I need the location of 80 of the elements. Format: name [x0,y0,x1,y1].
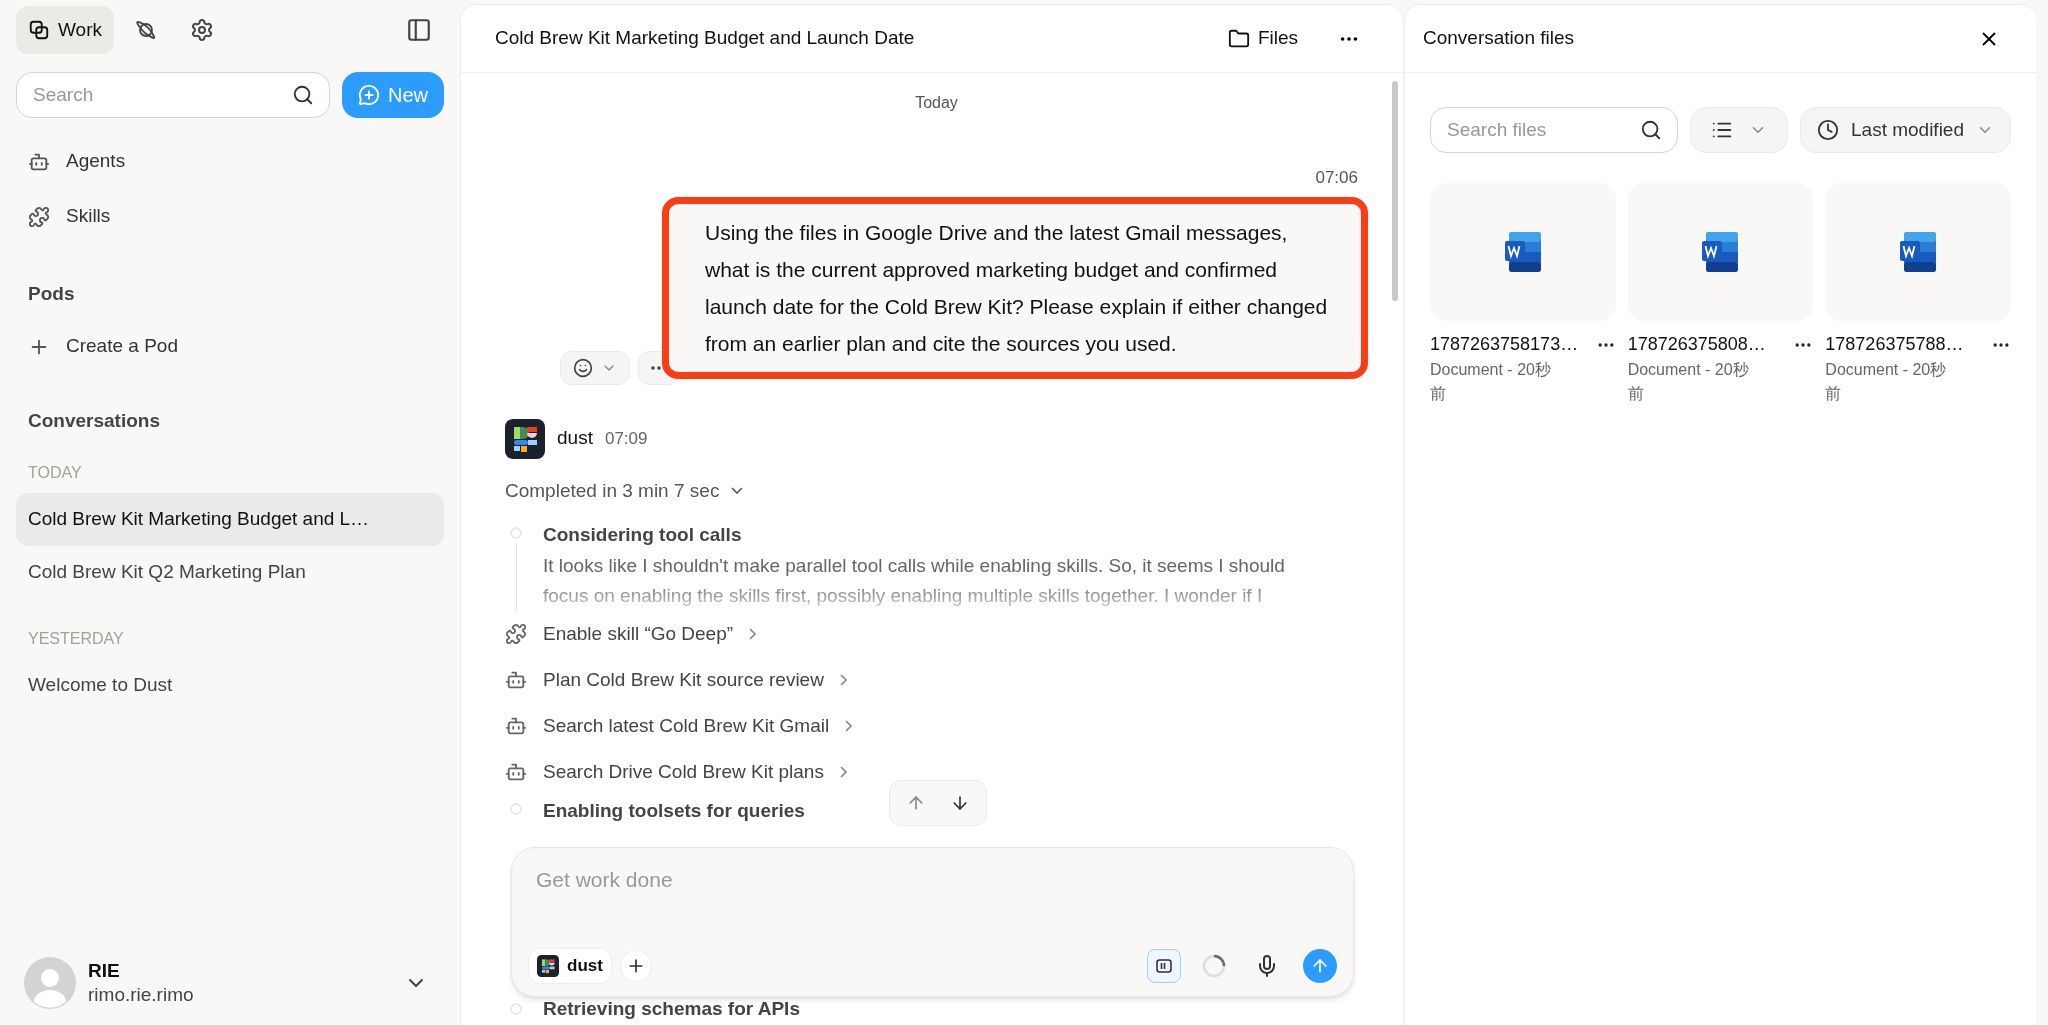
message-time: 07:06 [1315,167,1358,189]
dust-logo-icon [537,955,559,977]
robot-icon [505,669,527,691]
search-field[interactable]: Search [16,72,330,118]
file-thumbnail[interactable] [1627,183,1814,321]
file-thumbnail[interactable] [1430,183,1616,321]
puzzle-icon [505,623,527,645]
robot-icon [505,715,527,737]
clock-icon [1817,119,1839,141]
chevron-right-icon [839,766,847,778]
file-search-field[interactable]: Search files [1430,107,1678,153]
step-title: Retrieving schemas for APIs [543,996,800,1021]
smile-icon [573,357,593,378]
file-meta: Document - 20秒前 [1825,360,1948,404]
file-name[interactable]: 178726375788… [1825,331,1964,358]
conversation-item[interactable]: Cold Brew Kit Q2 Marketing Plan [16,546,444,599]
panel-icon [1155,957,1173,975]
tool-step-link[interactable]: Plan Cold Brew Kit source review [543,665,847,695]
word-document-icon [1504,232,1541,272]
settings-icon [190,18,214,42]
chevron-right-icon [749,628,757,640]
message-input[interactable]: Get work done [528,864,1337,896]
sidebar-toggle-icon[interactable] [406,17,432,43]
sort-dropdown[interactable]: Last modified [1800,107,2011,153]
tool-step-link[interactable]: Enable skill “Go Deep” [543,619,757,649]
file-name[interactable]: 178726375808… [1627,331,1766,358]
conversation-title: Cold Brew Kit Marketing Budget and Launch Date [495,26,915,51]
conversation-item[interactable]: Cold Brew Kit Marketing Budget and L… [16,493,444,546]
file-meta: Document - 20秒前 [1627,360,1750,404]
avatar-icon [24,957,76,1009]
puzzle-icon [28,205,50,228]
chevron-down-icon [731,487,744,495]
step-dot-icon [510,527,522,539]
chevron-right-icon [845,720,853,732]
search-icon [292,84,314,106]
create-pod-item[interactable]: Create a Pod [16,320,444,373]
dust-logo-icon [505,418,545,459]
agent-name: dust [557,426,593,451]
agent-time: 07:09 [604,427,648,450]
new-chat-icon [358,84,380,106]
tool-step-link[interactable]: Search latest Cold Brew Kit Gmail [543,711,853,741]
reaction-button[interactable] [560,350,630,385]
file-name[interactable]: 1787263758173… [1430,331,1579,358]
thinking-text: It looks like I shouldn't make parallel tool calls while enabling skills. So, it seems I should focus on enabling the skills first, possibly enabling multiple skills together. I wonder if I [543,554,1286,608]
step-dot-icon [510,1002,522,1015]
chevron-right-icon [839,674,847,686]
nav-item[interactable]: Agents [16,134,444,189]
word-document-icon [1702,232,1739,272]
user-handle: rimo.rie.rimo [88,983,194,1007]
file-meta: Document - 20秒前 [1430,360,1552,404]
loading-spinner-icon [1201,953,1227,979]
sidebar-tab[interactable]: Work [16,6,114,54]
group-label: TODAY [27,463,83,483]
agent-picker-button[interactable]: dust [528,948,612,984]
section-heading: Conversations [27,408,161,433]
planet-icon [134,18,158,42]
step-title: Considering tool calls [543,523,742,547]
word-document-icon [1900,232,1937,272]
tool-step-link[interactable]: Search Drive Cold Brew Kit plans [543,757,847,787]
mode-toggle-button[interactable] [1147,949,1181,983]
step-dot-icon [510,803,522,815]
folder-icon [1227,27,1250,50]
section-heading: Pods [27,282,76,306]
step-title: Enabling toolsets for queries [543,799,805,823]
files-button[interactable]: Files [1219,24,1306,53]
status-toggle[interactable]: Completed in 3 min 7 sec [505,476,744,505]
send-button[interactable] [1303,949,1337,983]
nav-item[interactable]: Skills [16,189,444,244]
panel-title: Conversation files [1423,26,1575,51]
view-dropdown[interactable] [1690,107,1788,153]
date-divider: Today [915,93,958,113]
overlapping-squares-icon [28,19,50,41]
user-name: RIE [88,959,121,983]
robot-icon [505,761,527,783]
add-button[interactable] [619,950,652,982]
user-message-bubble: Using the files in Google Drive and the latest Gmail messages, what is the current approved marketing budget and confirmed launch date for the Cold Brew Kit? Please explain if either changed from an earlier plan and cite the sources you used. [662,196,1368,379]
group-label: YESTERDAY [27,629,125,649]
search-icon [1640,119,1662,141]
conversation-item[interactable]: Welcome to Dust [16,659,444,712]
file-thumbnail[interactable] [1825,183,2011,321]
